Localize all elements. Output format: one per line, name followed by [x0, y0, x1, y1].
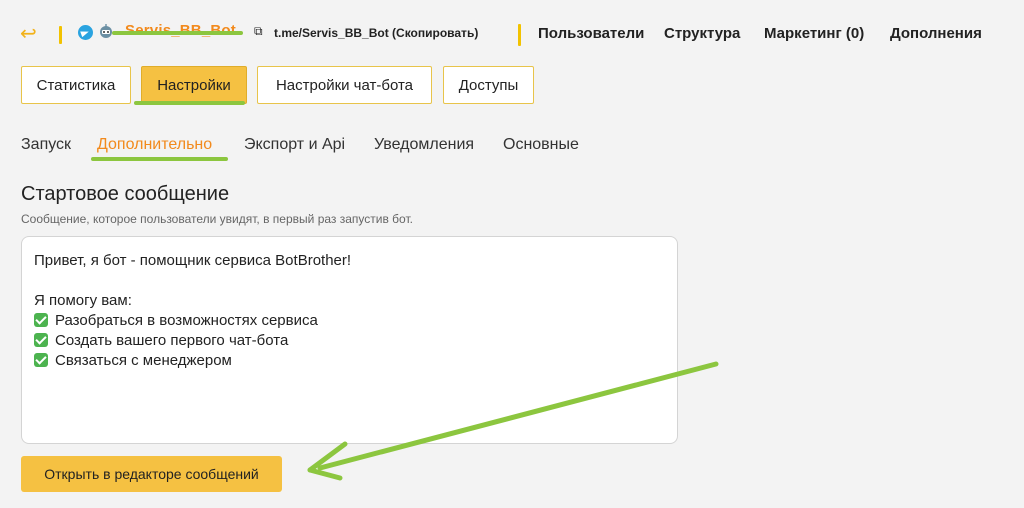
annotation-arrow: [307, 361, 719, 481]
